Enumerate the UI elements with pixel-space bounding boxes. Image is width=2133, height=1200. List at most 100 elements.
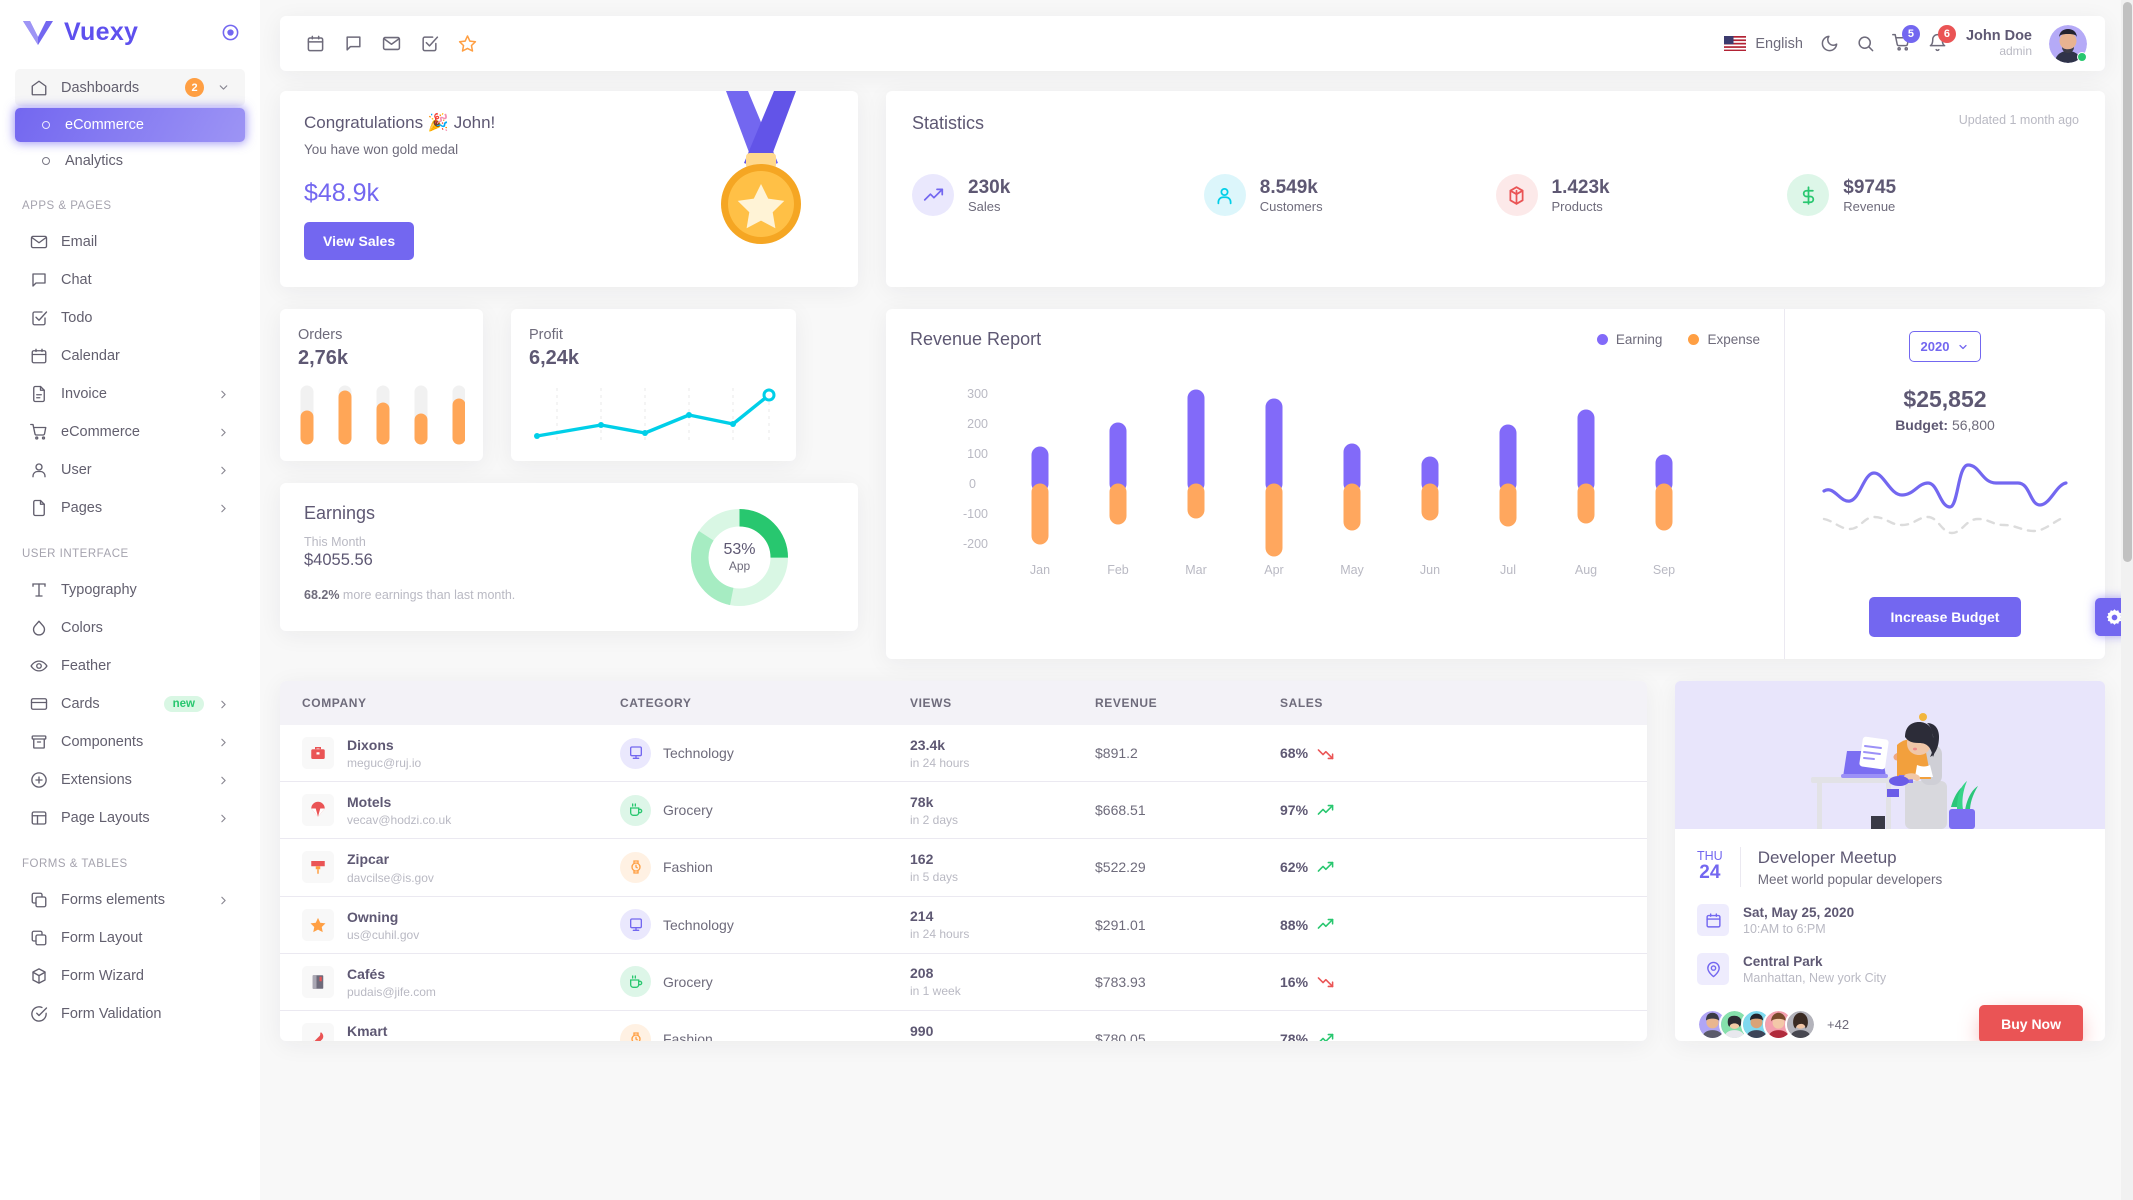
- sidebar-item-feather[interactable]: Feather: [15, 648, 245, 684]
- cart-button[interactable]: 5: [1891, 24, 1920, 55]
- sidebar-item-colors[interactable]: Colors: [15, 610, 245, 646]
- star-icon[interactable]: [458, 34, 477, 53]
- cell-views: 78k in 2 days: [910, 781, 1095, 840]
- moon-icon[interactable]: [1820, 34, 1839, 53]
- sidebar-item-components[interactable]: Components: [15, 724, 245, 760]
- cell-revenue: $291.01: [1095, 896, 1280, 954]
- earnings-card: Earnings This Month $4055.56 68.2% more …: [280, 483, 858, 631]
- views-value: 214: [910, 908, 934, 925]
- sidebar-item-chat[interactable]: Chat: [15, 262, 245, 298]
- sidebar-item-forms-elements[interactable]: Forms elements: [15, 882, 245, 918]
- user-menu[interactable]: John Doe admin: [1966, 28, 2032, 58]
- sidebar-item-analytics[interactable]: Analytics: [15, 144, 245, 178]
- sidebar-item-pages[interactable]: Pages: [15, 490, 245, 526]
- row-middle: Orders 2,76k Profit 6,24k Earnings This …: [280, 309, 2105, 659]
- table-body: Dixons meguc@ruj.io Technology 23.4k in …: [280, 725, 1647, 1041]
- table-row[interactable]: Cafés pudais@jife.com Grocery 208 in 1 w…: [280, 953, 1647, 1011]
- notifications-button[interactable]: 6: [1928, 24, 1956, 55]
- table-header-row: COMPANY CATEGORY VIEWS REVENUE SALES: [280, 681, 1647, 725]
- app-root: Vuexy Dashboards 2 eCommerce Analytics A…: [0, 0, 2133, 1200]
- brand[interactable]: Vuexy: [0, 0, 260, 61]
- cell-category: Technology: [620, 725, 910, 783]
- language-selector[interactable]: English: [1724, 36, 1803, 52]
- profit-line-chart: [534, 388, 776, 442]
- sidebar-item-page-layouts[interactable]: Page Layouts: [15, 800, 245, 836]
- table-row[interactable]: Kmart bipri@cawiw.com: [280, 1010, 1647, 1041]
- buy-now-button[interactable]: Buy Now: [1979, 1005, 2083, 1041]
- avatar[interactable]: [2049, 24, 2087, 63]
- sidebar-item-todo[interactable]: Todo: [15, 300, 245, 336]
- svg-text:0: 0: [969, 477, 976, 491]
- check-square-icon[interactable]: [420, 34, 439, 53]
- budget-line: Budget: 56,800: [1895, 417, 1995, 433]
- scrollbar-thumb[interactable]: [2123, 2, 2132, 562]
- user-icon: [30, 461, 48, 479]
- chat-icon[interactable]: [344, 34, 363, 53]
- sidebar-item-label: eCommerce: [61, 424, 140, 440]
- calendar-icon: [30, 347, 48, 365]
- sidebar-item-label: Analytics: [65, 153, 124, 169]
- circle-pin-icon[interactable]: [221, 23, 240, 42]
- sidebar-item-ecommerce[interactable]: eCommerce: [15, 414, 245, 450]
- sales-percent: 62%: [1280, 859, 1309, 876]
- profit-value: 6,24k: [529, 347, 580, 369]
- views-value: 162: [910, 850, 934, 867]
- sidebar-item-form-layout[interactable]: Form Layout: [15, 920, 245, 956]
- category-label: Fashion: [663, 1031, 713, 1041]
- sidebar-item-form-wizard[interactable]: Form Wizard: [15, 958, 245, 994]
- earnings-note-percent: 68.2%: [304, 588, 340, 602]
- search-icon[interactable]: [1856, 34, 1875, 53]
- sidebar-item-calendar[interactable]: Calendar: [15, 338, 245, 374]
- sidebar-item-typography[interactable]: Typography: [15, 572, 245, 608]
- increase-budget-button[interactable]: Increase Budget: [1868, 597, 2022, 637]
- company-email: meguc@ruj.io: [347, 756, 422, 771]
- year-select[interactable]: 2020: [1908, 331, 1982, 362]
- company-name: Dixons: [347, 737, 394, 753]
- sidebar-item-form-validation[interactable]: Form Validation: [15, 996, 245, 1032]
- trending-up-icon: [1317, 861, 1334, 872]
- notifications-badge: 6: [1937, 24, 1956, 43]
- type-icon: [30, 581, 48, 599]
- layout-icon: [30, 809, 48, 827]
- table-row[interactable]: Motels vecav@hodzi.co.uk Grocery 78k in …: [280, 781, 1647, 840]
- company-name: Cafés: [347, 965, 386, 982]
- stat-value: 230k: [968, 176, 1011, 198]
- sidebar-item-label: Todo: [61, 310, 93, 326]
- category-info: Technology: [620, 909, 910, 941]
- page-scrollbar[interactable]: [2121, 0, 2133, 1200]
- sales-percent: 97%: [1280, 802, 1309, 819]
- meetup-card: THU 24 Developer Meetup Meet world popul…: [1675, 681, 2105, 1041]
- table-row[interactable]: Owning us@cuhil.gov Technology 214 in 24…: [280, 896, 1647, 954]
- view-sales-button[interactable]: View Sales: [304, 222, 415, 260]
- sidebar-item-ecommerce-dashboard[interactable]: eCommerce: [15, 108, 245, 142]
- column-sales: SALES: [1280, 681, 1647, 725]
- trending-up-icon: [912, 174, 954, 216]
- svg-text:May: May: [1340, 563, 1364, 577]
- sidebar-item-dashboards[interactable]: Dashboards 2: [15, 69, 245, 106]
- sidebar-item-extensions[interactable]: Extensions: [15, 762, 245, 798]
- cell-company: Zipcar davcilse@is.gov: [280, 838, 620, 897]
- meetup-date-line1: Sat, May 25, 2020: [1743, 904, 1855, 920]
- chevron-right-icon: [221, 504, 226, 512]
- table-row[interactable]: Zipcar davcilse@is.gov Fashion 162 in 5 …: [280, 838, 1647, 897]
- table-row[interactable]: Dixons meguc@ruj.io Technology 23.4k in …: [280, 725, 1647, 783]
- donut-percent: 53%: [723, 541, 756, 558]
- sidebar-item-user[interactable]: User: [15, 452, 245, 488]
- mail-icon[interactable]: [382, 34, 401, 53]
- cell-revenue: $891.2: [1095, 725, 1280, 783]
- user-name: John Doe: [1965, 28, 2032, 45]
- stat-customers: 8.549k Customers: [1203, 174, 1496, 216]
- orders-bar-chart: [300, 385, 466, 445]
- company-info: Motels vecav@hodzi.co.uk: [302, 793, 620, 827]
- sidebar-item-invoice[interactable]: Invoice: [15, 376, 245, 412]
- views-value: 208: [910, 965, 934, 982]
- sidebar-item-cards[interactable]: Cards new: [15, 686, 245, 722]
- svg-text:Mar: Mar: [1185, 563, 1207, 577]
- left-column: Orders 2,76k Profit 6,24k Earnings This …: [280, 309, 858, 659]
- sidebar-item-email[interactable]: Email: [15, 224, 245, 260]
- calendar-icon[interactable]: [306, 34, 325, 53]
- attendee-avatars[interactable]: [1697, 1008, 1816, 1040]
- meetup-header: THU 24 Developer Meetup Meet world popul…: [1697, 847, 2083, 887]
- earnings-note-text: more earnings than last month.: [339, 588, 516, 602]
- sales-info: 68%: [1280, 745, 1647, 762]
